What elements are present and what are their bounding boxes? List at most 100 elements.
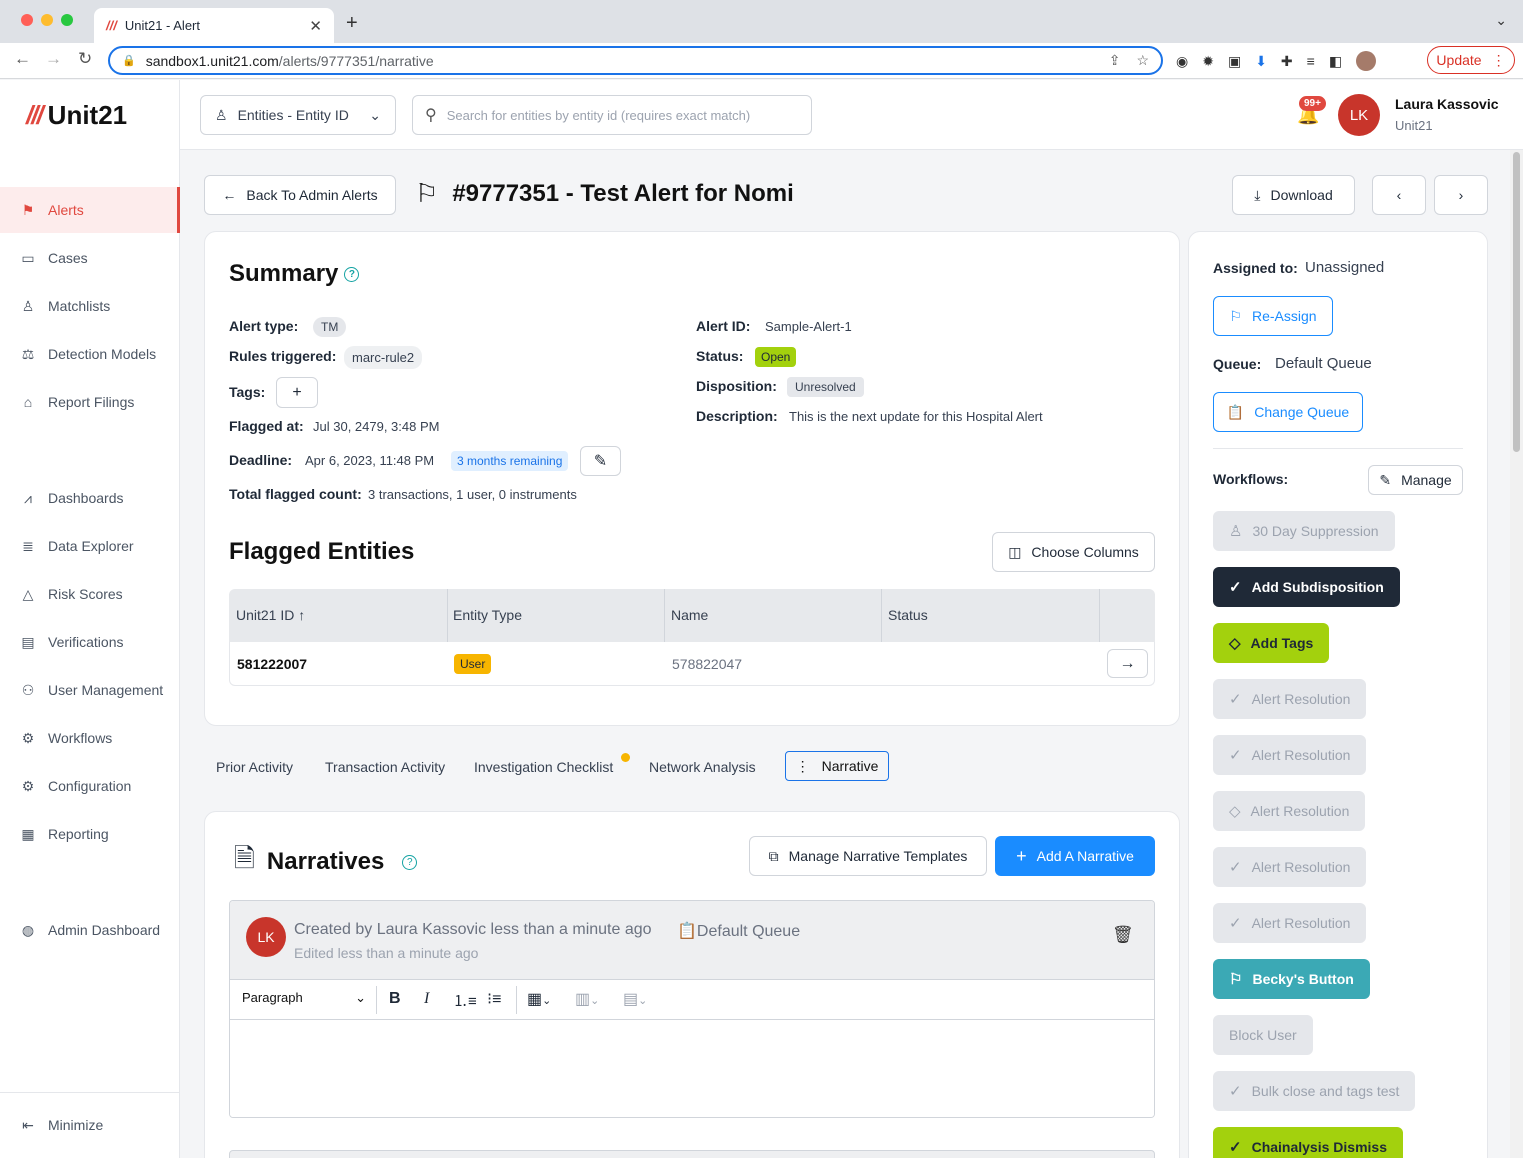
tab-investigation-checklist[interactable]: Investigation Checklist <box>474 759 613 775</box>
tab-narrative[interactable]: ⋮ Narrative <box>785 751 889 781</box>
download-extension-icon[interactable]: ⬇ <box>1255 53 1267 70</box>
narrative-editor-body[interactable] <box>230 1021 1154 1117</box>
numbered-list-icon[interactable]: ⒈≡ <box>453 990 477 1011</box>
table-column-icon[interactable]: ▥⌄ <box>575 989 599 1009</box>
sidebar-item-workflows[interactable]: ⚙ Workflows <box>0 715 180 761</box>
bullet-list-icon[interactable]: ⁝≡ <box>487 989 501 1009</box>
new-tab-button[interactable]: + <box>346 12 358 35</box>
back-arrow-icon[interactable]: ← <box>14 49 31 69</box>
entity-search-input[interactable]: ⚲ Search for entities by entity id (requ… <box>412 95 812 135</box>
tab-network-analysis[interactable]: Network Analysis <box>649 759 756 775</box>
sidepanel-icon[interactable]: ◧ <box>1329 53 1342 70</box>
column-header-unit21-id[interactable]: Unit21 ID ↑ <box>236 607 305 623</box>
help-icon[interactable]: ? <box>402 854 418 870</box>
sidebar-item-dashboards[interactable]: ⩘ Dashboards <box>0 475 180 521</box>
workflow-button-alert-resolution[interactable]: ◇ Alert Resolution <box>1213 791 1366 831</box>
bookmark-star-icon[interactable]: ☆ <box>1136 52 1149 69</box>
manage-narrative-templates-button[interactable]: ⧉ Manage Narrative Templates <box>749 836 987 876</box>
table-row[interactable]: 581222007 User 578822047 → <box>229 642 1155 686</box>
sidebar-item-risk-scores[interactable]: △ Risk Scores <box>0 571 180 617</box>
extension-gear-icon[interactable]: ✹ <box>1202 53 1214 70</box>
sidebar-item-report-filings[interactable]: ⌂ Report Filings <box>0 379 180 425</box>
tab-list-chevron-icon[interactable]: ⌄ <box>1495 12 1507 29</box>
paragraph-style-select[interactable]: Paragraph ⌄ <box>242 990 366 1006</box>
rule-chip[interactable]: marc-rule2 <box>344 346 423 369</box>
profile-avatar[interactable] <box>1356 51 1377 71</box>
share-icon[interactable]: ⇪ <box>1109 52 1121 69</box>
user-org: Unit21 <box>1395 118 1433 133</box>
summary-heading: Summary? <box>229 260 360 288</box>
sidebar-item-matchlists[interactable]: ♙ Matchlists <box>0 283 180 329</box>
table-row-icon[interactable]: ▤⌄ <box>623 989 647 1009</box>
help-icon[interactable]: ? <box>344 267 360 283</box>
sidebar-item-configuration[interactable]: ⚙ Configuration <box>0 763 180 809</box>
sidebar-item-detection-models[interactable]: ⚖ Detection Models <box>0 331 180 377</box>
forward-arrow-icon[interactable]: → <box>45 49 62 69</box>
sidebar-item-admin-dashboard[interactable]: ◍ Admin Dashboard <box>0 907 180 953</box>
open-entity-button[interactable]: → <box>1107 649 1148 678</box>
column-header-status[interactable]: Status <box>888 607 928 623</box>
browser-update-button[interactable]: Update ⋮ <box>1427 46 1515 74</box>
change-queue-button[interactable]: 📋 Change Queue <box>1213 392 1363 432</box>
browser-tab[interactable]: /// Unit21 - Alert ✕ <box>94 8 334 43</box>
workflow-button-beckys-button[interactable]: ⚐ Becky's Button <box>1213 959 1370 999</box>
extension-lock-icon[interactable]: ▣ <box>1228 53 1241 70</box>
sidebar-item-cases[interactable]: ▭ Cases <box>0 235 180 281</box>
user-avatar[interactable]: LK <box>1338 94 1380 136</box>
manage-label: Manage <box>1401 472 1452 488</box>
download-button[interactable]: ⤓ Download <box>1232 175 1355 215</box>
search-placeholder: Search for entities by entity id (requir… <box>446 107 751 123</box>
media-icon[interactable]: ≡ <box>1307 53 1315 69</box>
workflow-button-alert-resolution[interactable]: ✓ Alert Resolution <box>1213 847 1367 887</box>
sidebar-item-verifications[interactable]: ▤ Verifications <box>0 619 180 665</box>
add-narrative-button[interactable]: + Add A Narrative <box>995 836 1155 876</box>
workflow-button-chainalysis-dismiss[interactable]: ✓ Chainalysis Dismiss <box>1213 1127 1403 1158</box>
chart-icon: ⩘ <box>24 489 32 506</box>
deadline-label: Deadline: <box>229 452 293 468</box>
add-tag-button[interactable]: + <box>276 377 318 408</box>
previous-alert-button[interactable]: ‹ <box>1372 175 1426 215</box>
workflow-button-alert-resolution[interactable]: ✓ Alert Resolution <box>1213 679 1367 719</box>
sidebar-item-alerts[interactable]: ⚑ Alerts <box>0 187 180 233</box>
next-alert-button[interactable]: › <box>1434 175 1488 215</box>
unit21-logo[interactable]: /// Unit21 <box>26 100 127 131</box>
sidebar-item-reporting[interactable]: ▦ Reporting <box>0 811 180 857</box>
puzzle-icon[interactable]: ✚ <box>1281 53 1293 70</box>
minimize-window-button[interactable] <box>41 14 53 26</box>
trash-icon[interactable]: 🗑 <box>1112 925 1134 945</box>
tab-prior-activity[interactable]: Prior Activity <box>216 759 293 775</box>
workflow-button-alert-resolution[interactable]: ✓ Alert Resolution <box>1213 903 1367 943</box>
reload-icon[interactable]: ↻ <box>78 49 92 69</box>
workflow-button-30-day-suppression[interactable]: ♙ 30 Day Suppression <box>1213 511 1395 551</box>
workflow-button-add-subdisposition[interactable]: ✓ Add Subdisposition <box>1213 567 1400 607</box>
close-window-button[interactable] <box>21 14 33 26</box>
sidebar-item-user-management[interactable]: ⚇ User Management <box>0 667 180 713</box>
sidebar-item-data-explorer[interactable]: ≣ Data Explorer <box>0 523 180 569</box>
workflow-button-add-tags[interactable]: ◇ Add Tags <box>1213 623 1330 663</box>
column-header-name[interactable]: Name <box>671 607 708 623</box>
tab-narrative-label: Narrative <box>821 758 879 774</box>
tab-transaction-activity[interactable]: Transaction Activity <box>325 759 445 775</box>
bold-icon[interactable]: B <box>389 990 401 1008</box>
workflow-button-bulk-close-and-tags-test[interactable]: ✓ Bulk close and tags test <box>1213 1071 1416 1111</box>
narrative-created-text: Created by Laura Kassovic less than a mi… <box>294 921 652 938</box>
manage-workflows-button[interactable]: ✎ Manage <box>1368 465 1463 495</box>
insert-table-icon[interactable]: ▦⌄ <box>527 989 551 1009</box>
scrollbar-thumb[interactable] <box>1513 152 1520 452</box>
rules-triggered-label: Rules triggered: <box>229 348 337 364</box>
workflow-button-alert-resolution[interactable]: ✓ Alert Resolution <box>1213 735 1367 775</box>
address-bar[interactable]: 🔒 sandbox1.unit21.com/alerts/9777351/nar… <box>108 46 1163 75</box>
zoom-window-button[interactable] <box>61 14 73 26</box>
close-tab-icon[interactable]: ✕ <box>309 17 322 35</box>
minimize-sidebar-button[interactable]: ⇤ Minimize <box>0 1102 180 1148</box>
italic-icon[interactable]: I <box>424 990 429 1008</box>
workflow-button-block-user[interactable]: Block User <box>1213 1015 1313 1055</box>
choose-columns-button[interactable]: ◫ Choose Columns <box>992 532 1155 572</box>
page-scrollbar[interactable] <box>1510 150 1523 1158</box>
reassign-button[interactable]: ⚐ Re-Assign <box>1213 296 1333 336</box>
entity-type-selector[interactable]: ♙ Entities - Entity ID ⌄ <box>200 95 396 135</box>
extension-icon[interactable]: ◉ <box>1176 53 1188 70</box>
edit-deadline-button[interactable]: ✎ <box>580 446 621 476</box>
back-to-admin-alerts-button[interactable]: ← Back To Admin Alerts <box>204 175 396 215</box>
column-header-entity-type[interactable]: Entity Type <box>453 607 522 623</box>
